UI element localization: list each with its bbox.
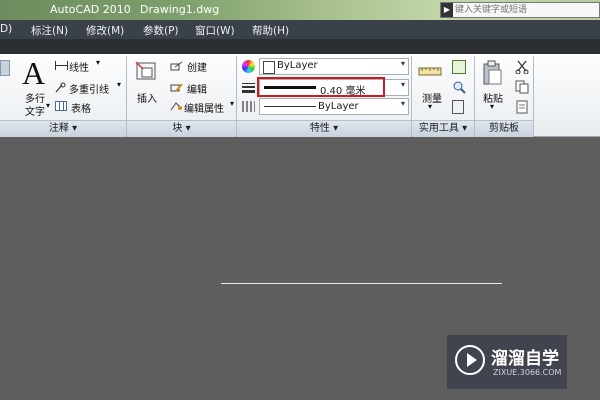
chevron-down-icon[interactable]: ▾	[401, 99, 405, 108]
highlight-box	[257, 77, 385, 97]
menu-item-parameters[interactable]: 参数(P)	[143, 23, 179, 38]
block-panel-title[interactable]: 块 ▾	[127, 120, 236, 137]
quick-select-icon[interactable]	[452, 60, 466, 74]
clipboard-panel-label: 剪贴板	[489, 123, 519, 134]
match-properties-icon[interactable]	[515, 100, 529, 114]
create-block-button[interactable]: 创建	[187, 59, 207, 74]
calculator-icon[interactable]	[452, 100, 464, 114]
search-box[interactable]: ▶	[440, 2, 600, 18]
insert-block-button[interactable]: 插入	[137, 90, 157, 105]
linear-dimension-button[interactable]: 线性	[69, 59, 89, 74]
chevron-down-icon[interactable]: ▾	[230, 99, 234, 108]
chevron-down-icon[interactable]: ▾	[46, 101, 50, 110]
play-icon	[455, 345, 485, 375]
edit-block-icon	[170, 82, 183, 92]
linetype-dropdown[interactable]: ByLayer ▾	[259, 98, 409, 115]
annotation-panel-title[interactable]: 注释 ▾	[0, 120, 126, 137]
menu-bar: D) 标注(N) 修改(M) 参数(P) 窗口(W) 帮助(H)	[0, 20, 600, 39]
chevron-down-icon[interactable]: ▾	[428, 102, 432, 111]
color-swatch	[263, 61, 275, 74]
multileader-icon	[55, 82, 66, 93]
measure-icon	[418, 64, 442, 78]
linetype-value: ByLayer	[318, 101, 359, 112]
menu-item-window[interactable]: 窗口(W)	[195, 23, 235, 38]
color-value: ByLayer	[277, 60, 318, 71]
properties-panel-label: 特性	[309, 123, 330, 134]
utilities-panel-title[interactable]: 实用工具 ▾	[412, 120, 474, 137]
drawn-line[interactable]	[221, 283, 502, 284]
menu-item-modify[interactable]: 修改(M)	[86, 23, 124, 38]
search-input[interactable]	[455, 3, 595, 17]
clipboard-panel-title[interactable]: 剪贴板	[475, 120, 533, 137]
chevron-down-icon[interactable]: ▾	[401, 80, 405, 89]
copy-icon[interactable]	[515, 80, 529, 94]
table-icon	[55, 101, 67, 111]
menu-item-dim-partial[interactable]: D)	[0, 23, 12, 35]
edit-attributes-icon	[170, 101, 182, 111]
menu-item-dimension[interactable]: 标注(N)	[31, 23, 68, 38]
linetype-preview	[264, 106, 316, 107]
insert-block-icon	[134, 60, 160, 84]
properties-panel-title[interactable]: 特性 ▾	[237, 120, 411, 137]
watermark: 溜溜自学 ZIXUE.3066.COM	[447, 335, 567, 389]
ribbon-tab-strip	[0, 39, 600, 54]
find-icon[interactable]	[452, 80, 466, 94]
linetype-icon	[242, 101, 255, 112]
multiline-text-label-2[interactable]: 文字	[25, 103, 45, 118]
linear-dimension-icon	[55, 61, 68, 70]
lineweight-icon	[242, 82, 255, 93]
panel-separator	[533, 56, 534, 136]
watermark-url: ZIXUE.3066.COM	[493, 368, 562, 377]
color-dropdown[interactable]: ByLayer ▾	[259, 58, 409, 75]
chevron-down-icon[interactable]: ▾	[117, 80, 121, 89]
edit-block-button[interactable]: 编辑	[187, 81, 207, 96]
document-title: Drawing1.dwg	[140, 3, 220, 16]
utilities-panel-label: 实用工具	[418, 123, 459, 134]
search-expand-icon[interactable]: ▶	[441, 3, 453, 17]
color-wheel-icon	[242, 60, 255, 73]
menu-item-help[interactable]: 帮助(H)	[252, 23, 289, 38]
multiline-text-icon[interactable]: A	[22, 55, 45, 92]
chevron-down-icon[interactable]: ▾	[96, 58, 100, 67]
ribbon-edge-icon[interactable]	[0, 60, 10, 76]
chevron-down-icon[interactable]: ▾	[401, 59, 405, 68]
table-button[interactable]: 表格	[71, 100, 91, 115]
chevron-down-icon[interactable]: ▾	[490, 102, 494, 111]
app-title: AutoCAD 2010	[50, 3, 131, 16]
multileader-button[interactable]: 多重引线	[69, 81, 109, 96]
block-panel-label: 块	[172, 123, 183, 134]
paste-icon	[481, 60, 503, 86]
watermark-brand: 溜溜自学	[491, 349, 559, 369]
create-block-icon	[170, 61, 183, 71]
cut-icon[interactable]	[515, 60, 529, 75]
edit-attributes-button[interactable]: 编辑属性	[184, 100, 224, 115]
annotation-panel-label: 注释	[48, 123, 69, 134]
